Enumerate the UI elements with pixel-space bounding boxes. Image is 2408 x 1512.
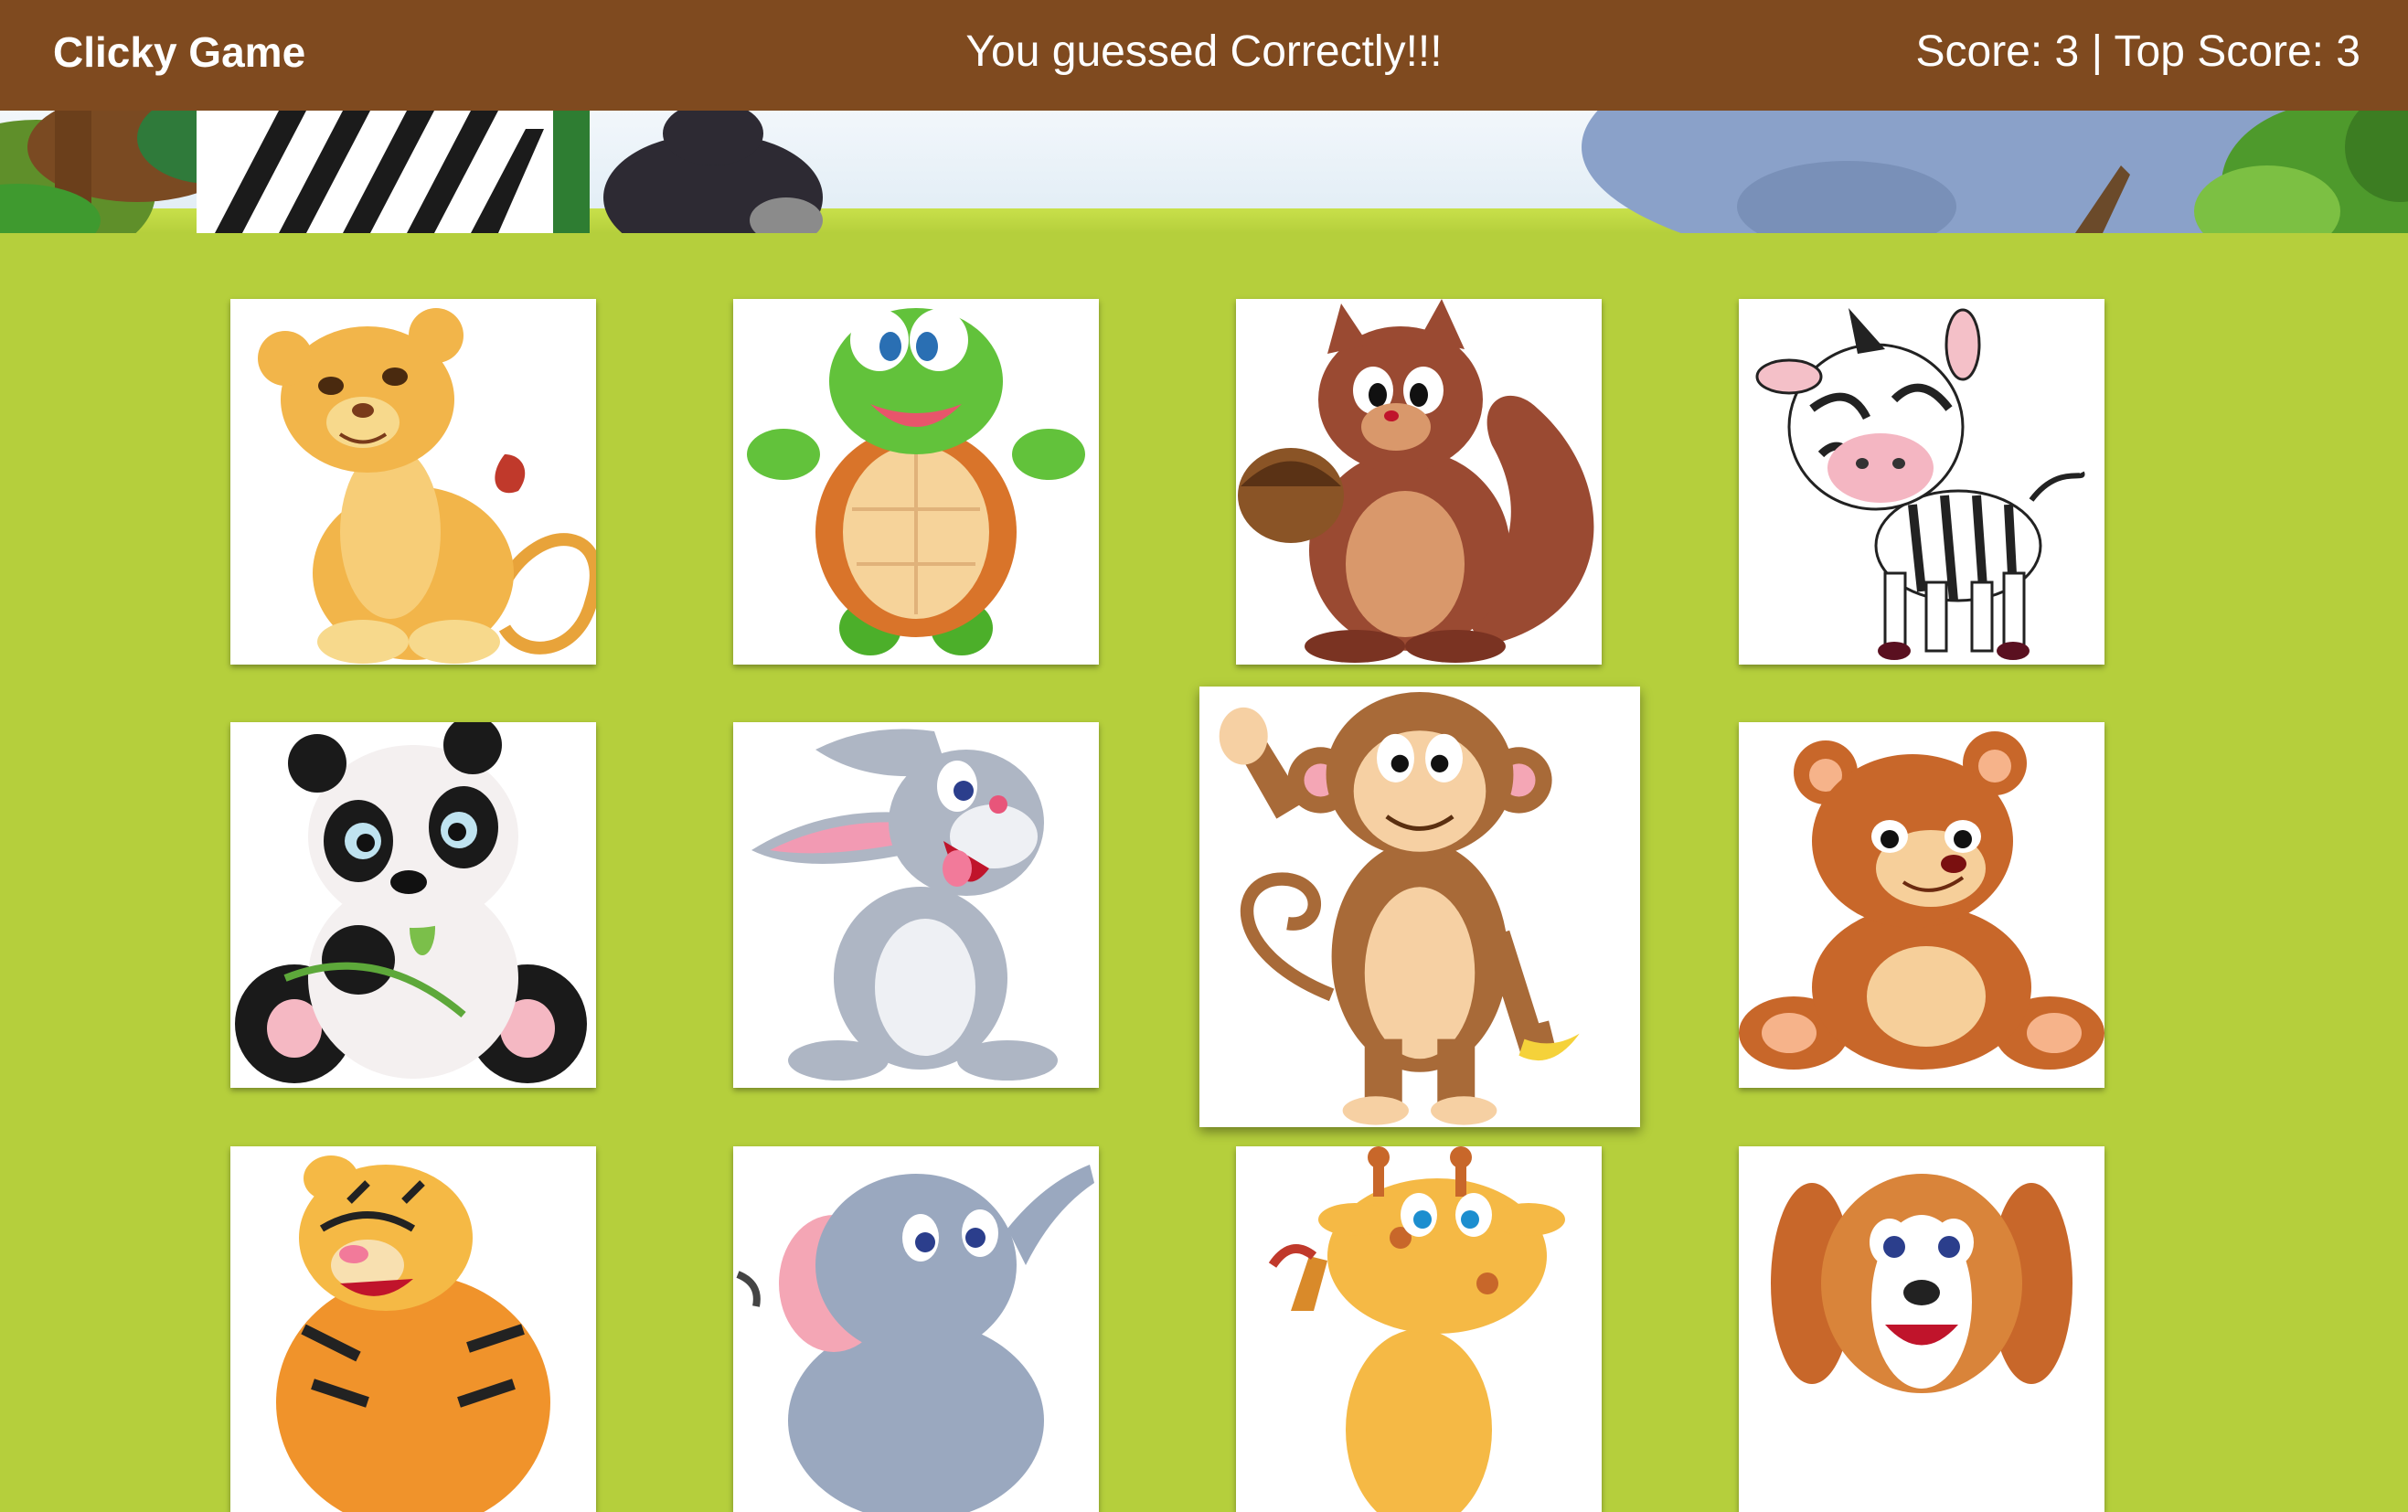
panda-icon (235, 722, 587, 1083)
animal-card-zebra[interactable] (1739, 299, 2104, 665)
animal-card-puppy[interactable] (1739, 1146, 2104, 1512)
zebra-icon (1755, 308, 2085, 660)
animal-card-giraffe[interactable] (1236, 1146, 1602, 1512)
animal-card-lion[interactable] (230, 299, 596, 665)
score-display: Score: 3 | Top Score: 3 (1915, 27, 2360, 76)
lion-icon (258, 308, 596, 664)
turtle-icon (747, 308, 1085, 655)
elephant-icon (736, 1165, 1094, 1512)
jungle-banner (0, 111, 2408, 233)
animal-card-elephant[interactable] (733, 1146, 1099, 1512)
bunny-icon (751, 729, 1058, 1081)
animal-card-bunny[interactable] (733, 722, 1099, 1088)
animal-card-tiger[interactable] (230, 1146, 596, 1512)
bear-icon (1739, 731, 2104, 1070)
puppy-icon (1771, 1174, 2072, 1393)
animal-card-squirrel[interactable] (1236, 299, 1602, 665)
animal-card-panda[interactable] (230, 722, 596, 1088)
jungle-banner-illustration (0, 111, 2408, 233)
giraffe-icon (1268, 1146, 1565, 1512)
squirrel-icon (1238, 299, 1594, 663)
animal-card-monkey[interactable] (1199, 687, 1640, 1127)
navbar: Clicky Game You guessed Correctly!!! Sco… (0, 0, 2408, 111)
tiger-icon (276, 1155, 550, 1512)
monkey-icon (1219, 692, 1580, 1125)
animal-card-bear[interactable] (1739, 722, 2104, 1088)
animal-card-turtle[interactable] (733, 299, 1099, 665)
